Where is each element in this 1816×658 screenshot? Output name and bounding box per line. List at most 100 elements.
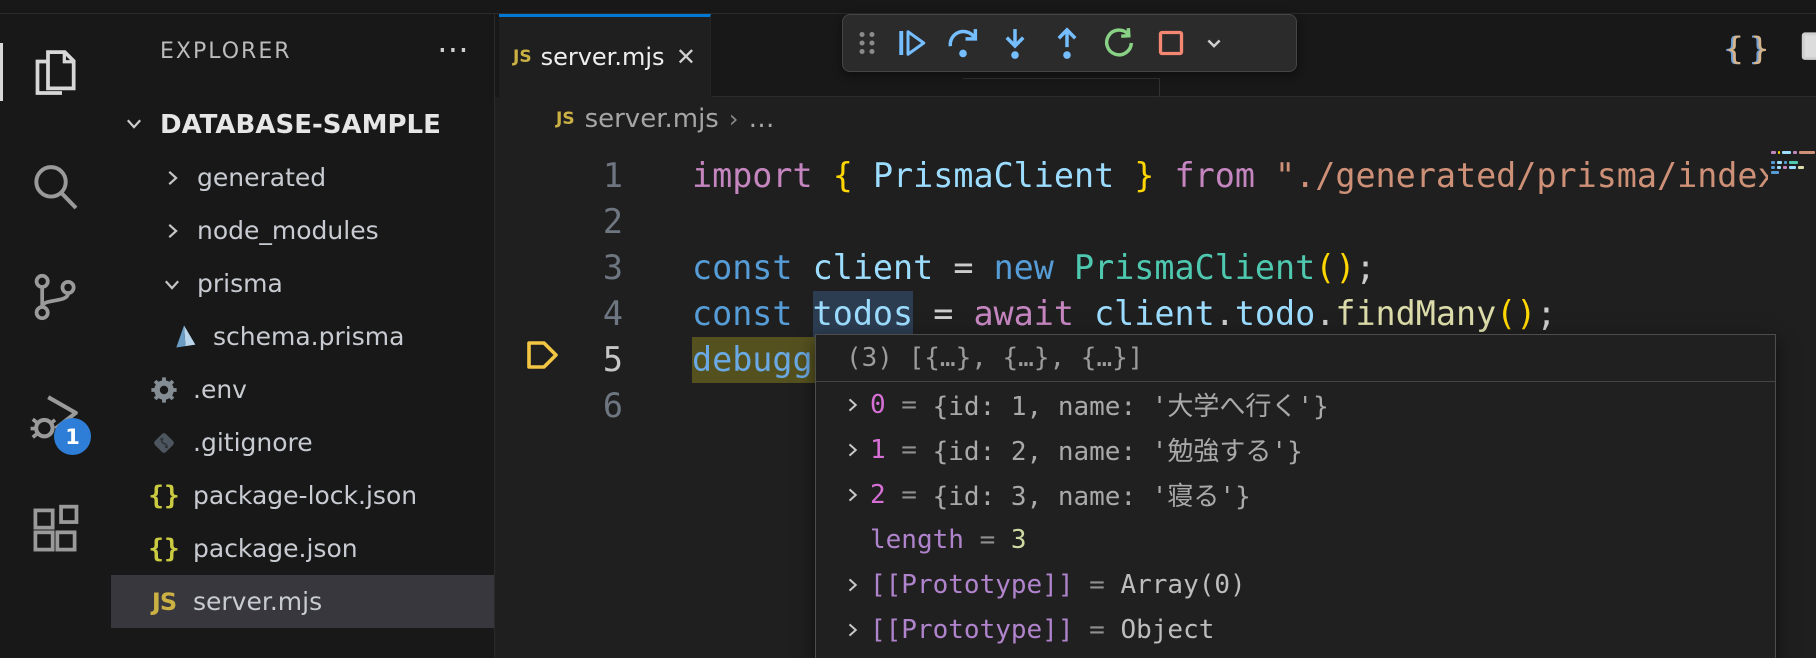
sidebar-item-generated[interactable]: generated: [111, 151, 494, 204]
sidebar-item--gitignore[interactable]: .gitignore: [111, 416, 494, 469]
variable-value: Object: [1120, 615, 1214, 645]
line-number[interactable]: 5: [495, 337, 623, 383]
js-file-icon: JS: [556, 109, 575, 129]
activitybar-item-extensions[interactable]: [0, 498, 110, 562]
line-content: debugg: [692, 337, 816, 383]
debug-step-into-button[interactable]: [989, 18, 1041, 68]
minimap-line: [1771, 161, 1798, 164]
activitybar-item-source-control[interactable]: [0, 265, 110, 329]
debug-step-over-button[interactable]: [937, 18, 989, 68]
variable-value: {id: 2, name: '勉強する'}: [933, 431, 1303, 468]
popup-row--Prototype-[interactable]: [[Prototype]] = Object: [816, 607, 1775, 652]
sidebar-item-node-modules[interactable]: node_modules: [111, 204, 494, 257]
activity-bar: 1: [0, 14, 110, 658]
variable-value: {id: 1, name: '大学へ行く'}: [933, 386, 1329, 423]
breadcrumb[interactable]: JS server.mjs › …: [556, 97, 774, 140]
file-tree: generatednode_modulesprisma schema.prism…: [111, 151, 494, 628]
step-out-icon: [1048, 24, 1086, 62]
js-file-icon: JS: [513, 47, 532, 67]
vscode-window: 1 EXPLORER ⋯ DATABASE-SAMPLE generatedno…: [0, 0, 1816, 658]
code-line-3[interactable]: 3const client = new PrismaClient();: [495, 245, 1816, 291]
files-icon: [27, 44, 83, 100]
debug-restart-button[interactable]: [1093, 18, 1145, 68]
item-label: .env: [193, 375, 247, 404]
restart-icon: [1100, 24, 1138, 62]
current-stackframe-icon[interactable]: [526, 340, 559, 374]
equals-sign: =: [1074, 615, 1121, 645]
line-number[interactable]: 1: [495, 153, 623, 199]
explorer-sidebar: EXPLORER ⋯ DATABASE-SAMPLE generatednode…: [111, 14, 495, 658]
code-line-4[interactable]: 4const todos = await client.todo.findMan…: [495, 291, 1816, 337]
title-bar: [0, 0, 1816, 14]
stop-icon: [1153, 25, 1189, 61]
sidebar-header: EXPLORER ⋯: [111, 32, 494, 72]
chevron-right-icon[interactable]: [842, 619, 862, 641]
breadcrumb-tail[interactable]: …: [748, 104, 774, 134]
sidebar-item-package-lock-json[interactable]: {}package-lock.json: [111, 469, 494, 522]
chevron-right-icon[interactable]: [842, 574, 862, 596]
chevron-down-icon: [123, 112, 145, 138]
continue-icon: [893, 25, 929, 61]
git-icon: [149, 429, 179, 457]
variable-name: length: [870, 525, 964, 555]
debug-stop-button[interactable]: [1145, 18, 1197, 68]
code-line-2[interactable]: 2: [495, 199, 1816, 245]
braces-icon[interactable]: {}: [1725, 31, 1776, 67]
chevron-right-icon[interactable]: [842, 484, 862, 506]
minimap-line: [1771, 171, 1779, 174]
line-number[interactable]: 4: [495, 291, 623, 337]
item-label: package.json: [193, 534, 358, 563]
step-into-icon: [996, 24, 1034, 62]
chevron-down-icon: [1199, 28, 1229, 58]
item-label: package-lock.json: [193, 481, 417, 510]
variable-value: 3: [1011, 525, 1027, 555]
variable-name: 1: [870, 435, 886, 465]
sidebar-item-schema-prisma[interactable]: schema.prisma: [111, 310, 494, 363]
sidebar-section-database-sample[interactable]: DATABASE-SAMPLE: [111, 98, 494, 151]
sidebar-item-server-mjs[interactable]: JSserver.mjs: [111, 575, 494, 628]
popup-row--Prototype-[interactable]: [[Prototype]] = Array(0): [816, 562, 1775, 607]
breadcrumb-file[interactable]: server.mjs: [585, 104, 719, 134]
debug-badge: 1: [54, 418, 91, 455]
activitybar-item-search[interactable]: [0, 155, 110, 219]
sidebar-item-prisma[interactable]: prisma: [111, 257, 494, 310]
variable-name: [[Prototype]]: [870, 570, 1074, 600]
popup-row-length[interactable]: length = 3: [816, 517, 1775, 562]
debug-continue-button[interactable]: [885, 18, 937, 68]
code-line-1[interactable]: 1import { PrismaClient } from "./generat…: [495, 153, 1816, 199]
debug-step-out-button[interactable]: [1041, 18, 1093, 68]
chevron-right-icon[interactable]: [842, 394, 862, 416]
tab-server-mjs[interactable]: JS server.mjs ✕: [499, 14, 711, 97]
equals-sign: =: [964, 525, 1011, 555]
activitybar-item-explorer[interactable]: [0, 40, 110, 104]
split-editor-icon[interactable]: [1798, 29, 1816, 69]
popup-row-2[interactable]: 2 = {id: 3, name: '寝る'}: [816, 472, 1775, 517]
step-over-icon: [944, 24, 982, 62]
variable-name: 0: [870, 390, 886, 420]
chevron-right-icon: [161, 220, 183, 242]
debug-drag-handle-button[interactable]: [849, 18, 885, 68]
close-icon[interactable]: ✕: [676, 43, 696, 71]
equals-sign: =: [886, 435, 933, 465]
line-number[interactable]: 2: [495, 199, 623, 245]
popup-row-0[interactable]: 0 = {id: 1, name: '大学へ行く'}: [816, 382, 1775, 427]
tabbar-divider-h: [963, 78, 1159, 79]
minimap-line: [1771, 151, 1815, 154]
variable-value: {id: 3, name: '寝る'}: [933, 476, 1251, 513]
tabbar-divider-v: [1159, 78, 1160, 97]
chevron-right-icon[interactable]: [842, 439, 862, 461]
json-icon: {}: [149, 534, 179, 564]
debug-more-sessions-button[interactable]: [1197, 18, 1231, 68]
more-actions-icon[interactable]: ⋯: [437, 30, 469, 68]
popup-row-1[interactable]: 1 = {id: 2, name: '勉強する'}: [816, 427, 1775, 472]
variable-value: Array(0): [1120, 570, 1245, 600]
selected-expression: todos: [813, 291, 914, 337]
chevron-right-icon: [161, 167, 183, 189]
line-number[interactable]: 6: [495, 383, 623, 429]
sidebar-item--env[interactable]: .env: [111, 363, 494, 416]
sidebar-item-package-json[interactable]: {} package.json: [111, 522, 494, 575]
popup-rows: 0 = {id: 1, name: '大学へ行く'}1 = {id: 2, na…: [816, 382, 1775, 652]
line-number[interactable]: 3: [495, 245, 623, 291]
item-label: prisma: [197, 269, 283, 298]
popup-array-preview[interactable]: (3) [{…}, {…}, {…}]: [816, 335, 1775, 382]
